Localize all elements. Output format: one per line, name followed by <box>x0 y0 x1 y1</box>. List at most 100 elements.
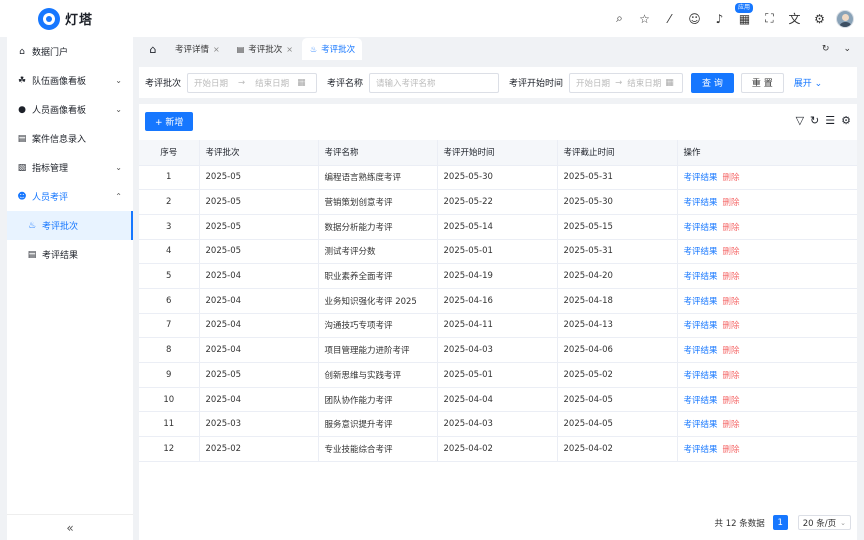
batch-start-placeholder: 开始日期 <box>194 77 228 89</box>
sidebar-item-2[interactable]: ☘队伍画像看板⌄ <box>7 66 133 95</box>
chevron-down-icon: ⌄ <box>840 519 846 527</box>
column-settings-icon[interactable]: ⚙ <box>841 114 851 127</box>
sidebar-subitem-1[interactable]: ♨考评批次 <box>7 211 133 240</box>
table-row: 92025-05创新思维与实践考评2025-05-012025-05-02考评结… <box>139 363 857 388</box>
tab-label: 考评批次 <box>321 43 355 55</box>
search-button[interactable]: ⌕ <box>607 9 632 29</box>
fullscreen-icon: ⛶ <box>765 11 773 26</box>
view-result-link[interactable]: 考评结果 <box>684 396 718 406</box>
settings-button[interactable]: ⚙ <box>807 9 832 29</box>
cell-idx: 12 <box>139 437 199 462</box>
view-result-link[interactable]: 考评结果 <box>684 445 718 455</box>
sidebar-item-1[interactable]: ⌂数据门户 <box>7 37 133 66</box>
tab-home[interactable]: ⌂ <box>139 37 167 61</box>
apps-button[interactable]: ▦应用 <box>732 9 757 29</box>
cell-name: 职业素养全面考评 <box>318 264 437 289</box>
density-icon[interactable]: ☰ <box>825 114 835 127</box>
expand-link[interactable]: 展开 ⌄ <box>794 76 822 89</box>
sidebar-item-5[interactable]: ▧指标管理⌄ <box>7 153 133 182</box>
column-header: 考评截止时间 <box>557 140 677 165</box>
team-icon: ☘ <box>16 76 28 86</box>
view-result-link[interactable]: 考评结果 <box>684 247 718 257</box>
collapse-sidebar-button[interactable]: « <box>7 514 133 540</box>
delete-link[interactable]: 删除 <box>723 272 740 282</box>
tab-label: 考评批次 <box>248 43 282 55</box>
cell-name: 沟通技巧专项考评 <box>318 313 437 338</box>
sidebar-item-6[interactable]: ☻人员考评⌃ <box>7 182 133 211</box>
page-1-button[interactable]: 1 <box>773 515 788 530</box>
refresh-icon[interactable]: ↻ <box>822 44 830 54</box>
query-button[interactable]: 查 询 <box>691 73 734 93</box>
app-logo[interactable]: 灯塔 <box>38 8 93 30</box>
view-result-link[interactable]: 考评结果 <box>684 346 718 356</box>
table-row: 62025-04业务知识强化考评 20252025-04-162025-04-1… <box>139 288 857 313</box>
chevron-down-icon[interactable]: ⌄ <box>843 44 851 54</box>
cell-actions: 考评结果删除 <box>677 387 857 412</box>
delete-link[interactable]: 删除 <box>723 420 740 430</box>
translate-button[interactable]: 文 <box>782 9 807 29</box>
cell-actions: 考评结果删除 <box>677 190 857 215</box>
view-result-link[interactable]: 考评结果 <box>684 321 718 331</box>
refresh-icon[interactable]: ↻ <box>810 114 819 127</box>
delete-link[interactable]: 删除 <box>723 445 740 455</box>
home-icon: ⌂ <box>150 43 157 56</box>
batch-end-placeholder: 结束日期 <box>255 77 289 89</box>
cell-start: 2025-05-30 <box>437 165 557 190</box>
add-button[interactable]: + 新增 <box>145 112 193 131</box>
translate-icon: 文 <box>788 10 800 27</box>
doc-icon: ▤ <box>16 134 28 144</box>
view-result-link[interactable]: 考评结果 <box>684 272 718 282</box>
delete-link[interactable]: 删除 <box>723 247 740 257</box>
bell-button[interactable]: ♪ <box>707 9 732 29</box>
reset-button[interactable]: 重 置 <box>741 73 784 93</box>
top-header: 灯塔 ⌕☆⁄☺♪▦应用 ⛶ 文 ⚙ <box>0 0 864 37</box>
cell-end: 2025-05-30 <box>557 190 677 215</box>
tab-3[interactable]: ♨考评批次 <box>302 38 362 60</box>
tools-button[interactable]: ⁄ <box>657 9 682 29</box>
tab-2[interactable]: ▤考评批次 × <box>229 38 300 60</box>
close-icon[interactable]: × <box>213 45 220 54</box>
star-button[interactable]: ☆ <box>632 9 657 29</box>
filter-icon[interactable]: ▽ <box>796 114 804 127</box>
delete-link[interactable]: 删除 <box>723 321 740 331</box>
cell-start: 2025-04-19 <box>437 264 557 289</box>
cell-idx: 5 <box>139 264 199 289</box>
delete-link[interactable]: 删除 <box>723 297 740 307</box>
view-result-link[interactable]: 考评结果 <box>684 198 718 208</box>
avatar[interactable] <box>836 10 854 28</box>
tab-1[interactable]: 考评详情× <box>167 38 227 60</box>
sidebar-item-4[interactable]: ▤ 案件信息录入 <box>7 124 133 153</box>
start-time-range[interactable]: 开始日期 → 结束日期 ▦ <box>569 73 683 93</box>
fullscreen-button[interactable]: ⛶ <box>757 9 782 29</box>
message-button[interactable]: ☺ <box>682 9 707 29</box>
page-size-select[interactable]: 20 条/页 ⌄ <box>798 515 851 530</box>
sidebar-item-label: 队伍画像看板 <box>32 74 86 87</box>
delete-link[interactable]: 删除 <box>723 346 740 356</box>
cell-start: 2025-04-03 <box>437 412 557 437</box>
sidebar-subitem-label: 考评结果 <box>42 248 78 261</box>
delete-link[interactable]: 删除 <box>723 223 740 233</box>
cell-batch: 2025-04 <box>199 387 318 412</box>
delete-link[interactable]: 删除 <box>723 198 740 208</box>
batch-date-range[interactable]: 开始日期 → 结束日期 ▦ <box>187 73 317 93</box>
tab-icon: ▤ <box>237 45 245 54</box>
delete-link[interactable]: 删除 <box>723 173 740 183</box>
name-input[interactable]: 请输入考评名称 <box>369 73 499 93</box>
cell-end: 2025-05-02 <box>557 363 677 388</box>
view-result-link[interactable]: 考评结果 <box>684 223 718 233</box>
cell-idx: 1 <box>139 165 199 190</box>
view-result-link[interactable]: 考评结果 <box>684 420 718 430</box>
chevron-icon: ⌄ <box>115 105 122 114</box>
sidebar-subitem-2[interactable]: ▤ 考评结果 <box>7 240 133 269</box>
view-result-link[interactable]: 考评结果 <box>684 371 718 381</box>
cell-actions: 考评结果删除 <box>677 288 857 313</box>
view-result-link[interactable]: 考评结果 <box>684 297 718 307</box>
view-result-link[interactable]: 考评结果 <box>684 173 718 183</box>
result-icon: ▤ <box>26 250 38 260</box>
sidebar-item-3[interactable]: ●人员画像看板⌄ <box>7 95 133 124</box>
close-icon[interactable]: × <box>286 45 293 54</box>
delete-link[interactable]: 删除 <box>723 371 740 381</box>
sidebar-item-label: 案件信息录入 <box>32 132 86 145</box>
pagination: 共 12 条数据 1 20 条/页 ⌄ <box>715 515 852 530</box>
delete-link[interactable]: 删除 <box>723 396 740 406</box>
